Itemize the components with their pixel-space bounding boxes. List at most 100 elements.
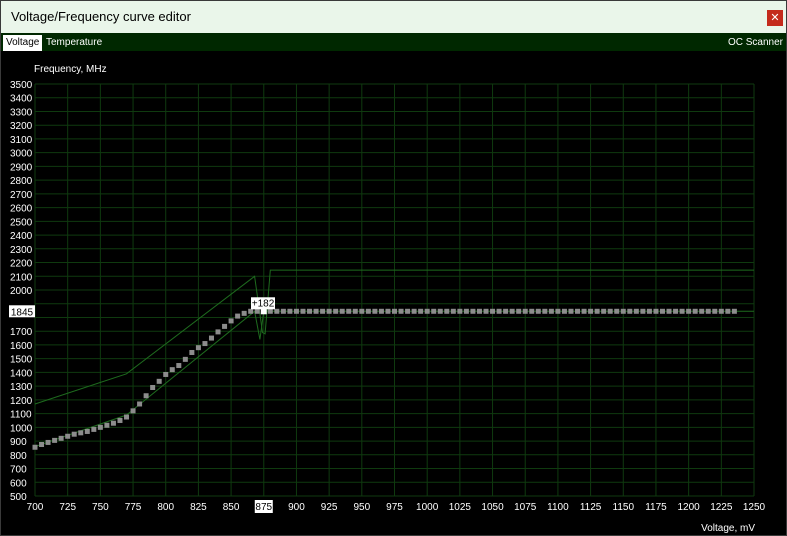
- curve-point[interactable]: [588, 308, 594, 314]
- curve-point[interactable]: [627, 308, 633, 314]
- curve-point[interactable]: [496, 308, 502, 314]
- curve-point[interactable]: [195, 345, 201, 351]
- curve-point[interactable]: [503, 308, 509, 314]
- curve-point[interactable]: [91, 426, 97, 432]
- curve-point[interactable]: [372, 308, 378, 314]
- curve-point[interactable]: [293, 308, 299, 314]
- curve-point[interactable]: [274, 308, 280, 314]
- curve-point[interactable]: [182, 356, 188, 362]
- curve-point[interactable]: [150, 385, 156, 391]
- curve-point[interactable]: [509, 308, 515, 314]
- curve-point[interactable]: [235, 313, 241, 319]
- curve-point[interactable]: [424, 308, 430, 314]
- curve-point[interactable]: [392, 308, 397, 314]
- curve-point[interactable]: [320, 308, 326, 314]
- curve-points[interactable]: [32, 308, 737, 450]
- curve-point[interactable]: [548, 308, 554, 314]
- curve-point[interactable]: [594, 308, 600, 314]
- curve-point[interactable]: [418, 308, 424, 314]
- curve-point[interactable]: [646, 308, 652, 314]
- curve-point[interactable]: [84, 428, 90, 434]
- curve-point[interactable]: [333, 308, 339, 314]
- curve-point[interactable]: [307, 308, 313, 314]
- curve-point[interactable]: [58, 435, 64, 441]
- curve-point[interactable]: [699, 308, 705, 314]
- curve-point[interactable]: [640, 308, 646, 314]
- curve-point[interactable]: [444, 308, 450, 314]
- curve-point[interactable]: [378, 308, 384, 314]
- curve-point[interactable]: [71, 431, 77, 437]
- curve-point[interactable]: [143, 393, 149, 399]
- curve-point[interactable]: [300, 308, 306, 314]
- curve-point[interactable]: [614, 308, 620, 314]
- curve-point[interactable]: [248, 308, 254, 314]
- curve-point[interactable]: [561, 308, 567, 314]
- curve-point[interactable]: [65, 433, 71, 439]
- curve-point[interactable]: [581, 308, 587, 314]
- curve-point[interactable]: [601, 308, 607, 314]
- curve-point[interactable]: [633, 308, 639, 314]
- curve-point[interactable]: [267, 308, 273, 314]
- curve-point[interactable]: [679, 308, 685, 314]
- tab-voltage[interactable]: Voltage: [3, 35, 43, 51]
- oc-scanner-button[interactable]: OC Scanner: [728, 35, 783, 51]
- curve-point[interactable]: [705, 308, 711, 314]
- curve-point[interactable]: [222, 323, 228, 329]
- curve-point[interactable]: [359, 308, 365, 314]
- curve-point[interactable]: [457, 308, 463, 314]
- curve-point[interactable]: [666, 308, 672, 314]
- curve-point[interactable]: [463, 308, 469, 314]
- curve-point[interactable]: [156, 378, 162, 384]
- curve-point[interactable]: [437, 308, 443, 314]
- curve-point[interactable]: [52, 437, 58, 443]
- curve-point[interactable]: [124, 414, 130, 420]
- curve-point[interactable]: [535, 308, 541, 314]
- curve-point[interactable]: [731, 308, 737, 314]
- curve-point[interactable]: [411, 308, 417, 314]
- curve-point[interactable]: [712, 308, 718, 314]
- curve-point[interactable]: [568, 308, 574, 314]
- curve-point[interactable]: [692, 308, 698, 314]
- curve-point[interactable]: [575, 308, 581, 314]
- curve-point[interactable]: [228, 318, 234, 324]
- curve-point[interactable]: [398, 308, 404, 314]
- curve-point[interactable]: [39, 442, 45, 447]
- curve-point[interactable]: [607, 308, 613, 314]
- curve-point[interactable]: [476, 308, 482, 314]
- curve-point[interactable]: [130, 408, 136, 414]
- curve-point[interactable]: [117, 417, 123, 423]
- curve-point[interactable]: [542, 308, 548, 314]
- curve-point[interactable]: [470, 308, 476, 314]
- curve-point[interactable]: [110, 420, 116, 426]
- curve-point[interactable]: [32, 444, 38, 450]
- curve-point[interactable]: [490, 308, 496, 314]
- curve-point[interactable]: [280, 308, 286, 314]
- tab-temperature[interactable]: Temperature: [43, 35, 105, 51]
- curve-point[interactable]: [176, 363, 182, 369]
- curve-point[interactable]: [208, 335, 214, 341]
- curve-point[interactable]: [97, 424, 103, 430]
- curve-point[interactable]: [78, 430, 84, 436]
- curve-point[interactable]: [189, 349, 195, 355]
- close-button[interactable]: ✕: [767, 10, 783, 26]
- curve-point[interactable]: [653, 308, 659, 314]
- curve-point[interactable]: [555, 308, 561, 314]
- curve-point[interactable]: [522, 308, 528, 314]
- curve-point[interactable]: [169, 367, 175, 373]
- curve-point[interactable]: [725, 308, 731, 314]
- curve-point[interactable]: [385, 308, 391, 314]
- curve-point[interactable]: [254, 308, 260, 314]
- curve-point[interactable]: [202, 341, 208, 347]
- curve-point[interactable]: [483, 308, 489, 314]
- curve-point[interactable]: [104, 422, 110, 428]
- curve-point[interactable]: [620, 308, 626, 314]
- curve-point[interactable]: [352, 308, 358, 314]
- curve-point[interactable]: [313, 308, 319, 314]
- curve-point[interactable]: [339, 308, 345, 314]
- title-bar[interactable]: Voltage/Frequency curve editor ✕: [1, 1, 786, 33]
- curve-point[interactable]: [45, 439, 51, 445]
- curve-point[interactable]: [405, 308, 411, 314]
- curve-point[interactable]: [431, 308, 437, 314]
- curve-point[interactable]: [287, 308, 293, 314]
- curve-point[interactable]: [163, 371, 169, 377]
